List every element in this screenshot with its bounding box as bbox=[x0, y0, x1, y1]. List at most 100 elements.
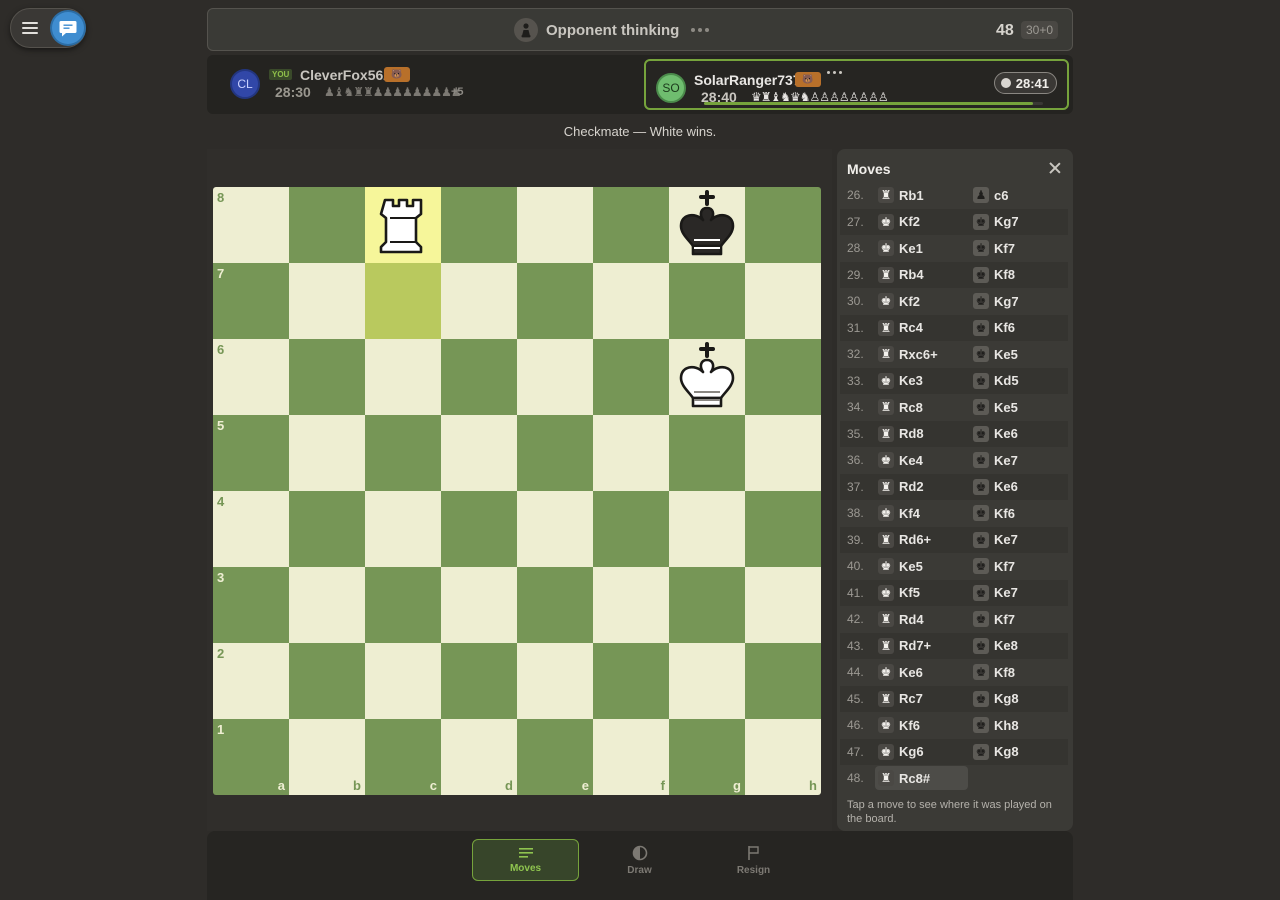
square-c2[interactable] bbox=[365, 643, 441, 719]
black-king-icon[interactable] bbox=[675, 190, 739, 260]
square-d4[interactable] bbox=[441, 491, 517, 567]
black-move[interactable]: ♚ Kf8 bbox=[970, 660, 1065, 684]
square-a1[interactable]: 1a bbox=[213, 719, 289, 795]
black-move[interactable]: ♚ Kf8 bbox=[970, 263, 1065, 287]
black-move[interactable]: ♚ Kd5 bbox=[970, 369, 1065, 393]
square-g5[interactable] bbox=[669, 415, 745, 491]
square-e4[interactable] bbox=[517, 491, 593, 567]
square-d6[interactable] bbox=[441, 339, 517, 415]
draw-button[interactable]: Draw bbox=[586, 839, 693, 881]
square-a3[interactable]: 3 bbox=[213, 567, 289, 643]
black-move[interactable]: ♚ Ke5 bbox=[970, 342, 1065, 366]
black-move[interactable]: ♚ Kg7 bbox=[970, 289, 1065, 313]
square-e2[interactable] bbox=[517, 643, 593, 719]
white-move[interactable]: ♜ Rd8 bbox=[875, 422, 970, 446]
white-move[interactable]: ♜ Rd7+ bbox=[875, 634, 970, 658]
square-g7[interactable] bbox=[669, 263, 745, 339]
black-move[interactable]: ♚ Kg8 bbox=[970, 687, 1065, 711]
chess-board[interactable]: 8 76 54321abcdefgh bbox=[213, 187, 821, 795]
black-move[interactable]: ♚ Kf7 bbox=[970, 236, 1065, 260]
square-f7[interactable] bbox=[593, 263, 669, 339]
avatar[interactable]: CL bbox=[230, 69, 260, 99]
moves-tab-button[interactable]: Moves bbox=[472, 839, 579, 881]
white-move[interactable]: ♚ Ke6 bbox=[875, 660, 970, 684]
white-move[interactable]: ♚ Ke5 bbox=[875, 554, 970, 578]
square-b2[interactable] bbox=[289, 643, 365, 719]
square-f5[interactable] bbox=[593, 415, 669, 491]
square-d3[interactable] bbox=[441, 567, 517, 643]
square-c4[interactable] bbox=[365, 491, 441, 567]
square-b4[interactable] bbox=[289, 491, 365, 567]
black-move[interactable]: ♚ Ke7 bbox=[970, 448, 1065, 472]
square-g6[interactable] bbox=[669, 339, 745, 415]
square-f8[interactable] bbox=[593, 187, 669, 263]
square-h1[interactable]: h bbox=[745, 719, 821, 795]
white-move[interactable]: ♚ Kf5 bbox=[875, 581, 970, 605]
square-b8[interactable] bbox=[289, 187, 365, 263]
square-h3[interactable] bbox=[745, 567, 821, 643]
black-move[interactable]: ♚ Kf6 bbox=[970, 316, 1065, 340]
square-f1[interactable]: f bbox=[593, 719, 669, 795]
black-move[interactable]: ♚ Kf7 bbox=[970, 607, 1065, 631]
square-c5[interactable] bbox=[365, 415, 441, 491]
square-a4[interactable]: 4 bbox=[213, 491, 289, 567]
square-e1[interactable]: e bbox=[517, 719, 593, 795]
white-move[interactable]: ♜ Rc8 bbox=[875, 395, 970, 419]
white-rook-icon[interactable] bbox=[371, 190, 435, 260]
square-f6[interactable] bbox=[593, 339, 669, 415]
square-d7[interactable] bbox=[441, 263, 517, 339]
player-name[interactable]: CleverFox562 bbox=[300, 67, 391, 83]
square-g2[interactable] bbox=[669, 643, 745, 719]
square-d1[interactable]: d bbox=[441, 719, 517, 795]
square-h4[interactable] bbox=[745, 491, 821, 567]
white-move[interactable]: ♜ Rb1 bbox=[875, 183, 970, 207]
square-e8[interactable] bbox=[517, 187, 593, 263]
square-h6[interactable] bbox=[745, 339, 821, 415]
white-move[interactable]: ♚ Kf2 bbox=[875, 289, 970, 313]
black-move[interactable]: ♚ Kh8 bbox=[970, 713, 1065, 737]
square-c8[interactable] bbox=[365, 187, 441, 263]
white-move[interactable]: ♚ Ke3 bbox=[875, 369, 970, 393]
square-f3[interactable] bbox=[593, 567, 669, 643]
square-b5[interactable] bbox=[289, 415, 365, 491]
square-c7[interactable] bbox=[365, 263, 441, 339]
square-a7[interactable]: 7 bbox=[213, 263, 289, 339]
square-e3[interactable] bbox=[517, 567, 593, 643]
square-c1[interactable]: c bbox=[365, 719, 441, 795]
white-move[interactable]: ♜ Rc7 bbox=[875, 687, 970, 711]
square-g8[interactable] bbox=[669, 187, 745, 263]
white-move[interactable]: ♜ Rc8# bbox=[875, 766, 968, 791]
black-move[interactable]: ♚ Kf7 bbox=[970, 554, 1065, 578]
white-move[interactable]: ♚ Kf2 bbox=[875, 210, 970, 234]
white-move[interactable]: ♚ Kf4 bbox=[875, 501, 970, 525]
white-move[interactable]: ♜ Rb4 bbox=[875, 263, 970, 287]
square-g4[interactable] bbox=[669, 491, 745, 567]
square-h2[interactable] bbox=[745, 643, 821, 719]
black-move[interactable]: ♚ Ke5 bbox=[970, 395, 1065, 419]
square-d5[interactable] bbox=[441, 415, 517, 491]
square-a2[interactable]: 2 bbox=[213, 643, 289, 719]
square-e7[interactable] bbox=[517, 263, 593, 339]
square-b1[interactable]: b bbox=[289, 719, 365, 795]
square-a5[interactable]: 5 bbox=[213, 415, 289, 491]
white-move[interactable]: ♜ Rd2 bbox=[875, 475, 970, 499]
square-b3[interactable] bbox=[289, 567, 365, 643]
menu-icon[interactable] bbox=[20, 19, 40, 39]
square-c3[interactable] bbox=[365, 567, 441, 643]
avatar[interactable]: SO bbox=[656, 73, 686, 103]
square-f2[interactable] bbox=[593, 643, 669, 719]
square-h5[interactable] bbox=[745, 415, 821, 491]
black-move[interactable]: ♚ Ke6 bbox=[970, 422, 1065, 446]
square-d8[interactable] bbox=[441, 187, 517, 263]
square-f4[interactable] bbox=[593, 491, 669, 567]
square-e5[interactable] bbox=[517, 415, 593, 491]
white-move[interactable]: ♚ Kf6 bbox=[875, 713, 970, 737]
close-icon[interactable] bbox=[1047, 160, 1063, 176]
white-move[interactable]: ♚ Ke1 bbox=[875, 236, 970, 260]
black-move[interactable]: ♚ Kg8 bbox=[970, 740, 1065, 764]
square-e6[interactable] bbox=[517, 339, 593, 415]
white-king-icon[interactable] bbox=[675, 342, 739, 412]
chat-button[interactable] bbox=[52, 12, 84, 44]
square-d2[interactable] bbox=[441, 643, 517, 719]
black-move[interactable]: ♚ Ke7 bbox=[970, 581, 1065, 605]
